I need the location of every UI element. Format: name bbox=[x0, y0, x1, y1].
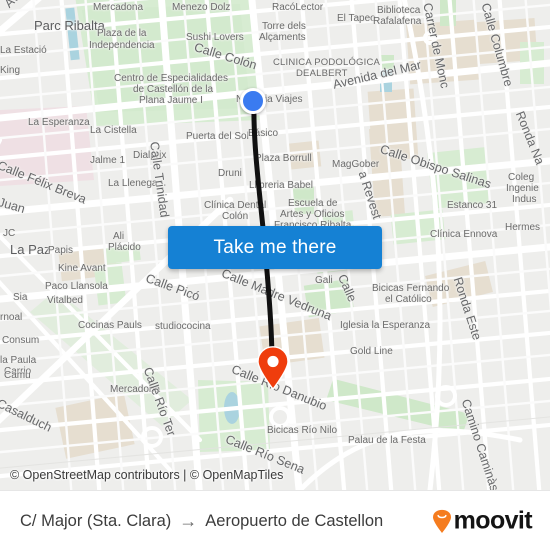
destination-pin[interactable] bbox=[256, 346, 290, 390]
route-origin-label: C/ Major (Sta. Clara) bbox=[20, 511, 172, 530]
footer-bar: C/ Major (Sta. Clara) → Aeropuerto de Ca… bbox=[0, 490, 550, 550]
origin-blue-dot[interactable] bbox=[240, 88, 266, 114]
moovit-logo: moovit bbox=[432, 506, 533, 536]
arrow-right-icon: → bbox=[179, 511, 198, 531]
moovit-pin-icon bbox=[432, 509, 451, 533]
app-root: Mercadona Parc Ribalta Plaza de la Independ… bbox=[0, 0, 550, 550]
route-summary: C/ Major (Sta. Clara) → Aeropuerto de Ca… bbox=[20, 512, 383, 531]
map-attribution: © OpenStreetMap contributors | © OpenMap… bbox=[10, 468, 284, 482]
moovit-wordmark: moovit bbox=[453, 506, 533, 535]
route-destination-label: Aeropuerto de Castellon bbox=[205, 511, 384, 530]
map-canvas[interactable]: Mercadona Parc Ribalta Plaza de la Independ… bbox=[0, 0, 550, 490]
take-me-there-button[interactable]: Take me there bbox=[168, 226, 382, 269]
